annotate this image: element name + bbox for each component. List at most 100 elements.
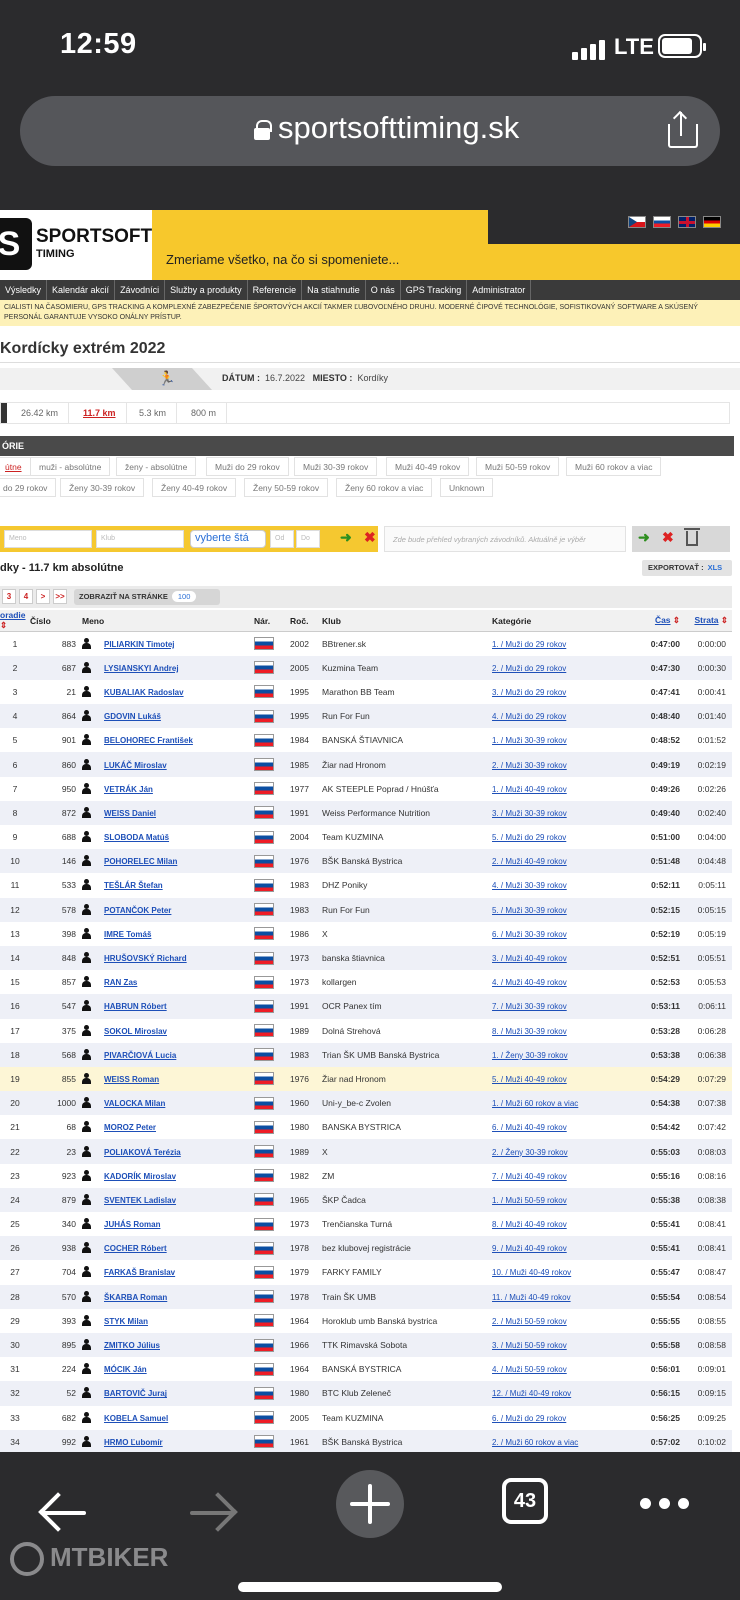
category-button[interactable]: Ženy 60 rokov a viac xyxy=(336,478,433,497)
athlete-name-link[interactable]: RAN Zas xyxy=(104,978,137,987)
category-link[interactable]: 8. / Muži 40-49 rokov xyxy=(492,1220,567,1229)
category-button[interactable]: Ženy 40-49 rokov xyxy=(152,478,237,497)
category-link[interactable]: 9. / Muži 40-49 rokov xyxy=(492,1244,567,1253)
athlete-name-link[interactable]: PIVARČIOVÁ Lucia xyxy=(104,1051,176,1060)
category-link[interactable]: 4. / Muži 40-49 rokov xyxy=(492,978,567,987)
czech-flag-icon[interactable] xyxy=(628,216,646,228)
category-link[interactable]: 1. / Ženy 30-39 rokov xyxy=(492,1051,568,1060)
arrow-right-icon[interactable]: ➜ xyxy=(340,529,352,546)
athlete-name-link[interactable]: HRMO Ľubomír xyxy=(104,1438,163,1447)
address-bar[interactable]: sportsofttiming.sk xyxy=(20,96,720,166)
page-link[interactable]: 4 xyxy=(19,589,33,604)
category-button[interactable]: Ženy 50-59 rokov xyxy=(244,478,329,497)
page-link[interactable]: 3 xyxy=(2,589,16,604)
athlete-name-link[interactable]: PILIARKIN Timotej xyxy=(104,640,175,649)
page-next[interactable]: > xyxy=(36,589,50,604)
category-link[interactable]: 8. / Muži 30-39 rokov xyxy=(492,1027,567,1036)
category-link[interactable]: 11. / Muži 40-49 rokov xyxy=(492,1293,571,1302)
athlete-name-link[interactable]: STYK Milan xyxy=(104,1317,148,1326)
club-filter-input[interactable]: Klub xyxy=(96,530,184,548)
category-button[interactable]: Muži do 29 rokov xyxy=(206,457,289,476)
category-link[interactable]: 1. / Muži 50-59 rokov xyxy=(492,1196,567,1205)
nav-item[interactable]: Služby a produkty xyxy=(165,280,248,300)
nav-item[interactable]: GPS Tracking xyxy=(401,280,468,300)
nav-item[interactable]: Výsledky xyxy=(0,280,48,300)
athlete-name-link[interactable]: FARKAŠ Branislav xyxy=(104,1268,175,1277)
category-link[interactable]: 2. / Muži do 29 rokov xyxy=(492,664,566,673)
athlete-name-link[interactable]: KADORÍK Miroslav xyxy=(104,1172,176,1181)
nav-item[interactable]: Referencie xyxy=(248,280,303,300)
category-link[interactable]: 3. / Muži do 29 rokov xyxy=(492,688,566,697)
athlete-name-link[interactable]: IMRE Tomáš xyxy=(104,930,151,939)
athlete-name-link[interactable]: WEISS Daniel xyxy=(104,809,156,818)
category-link[interactable]: 3. / Muži 30-39 rokov xyxy=(492,809,567,818)
category-link[interactable]: 4. / Muži 30-39 rokov xyxy=(492,881,567,890)
athlete-name-link[interactable]: MÓCIK Ján xyxy=(104,1365,147,1374)
category-link[interactable]: 2. / Muži 60 rokov a viac xyxy=(492,1438,578,1447)
german-flag-icon[interactable] xyxy=(703,216,721,228)
category-link[interactable]: 1. / Muži 60 rokov a viac xyxy=(492,1099,578,1108)
state-select[interactable]: vyberte štá xyxy=(190,530,266,548)
category-link[interactable]: 7. / Muži 30-39 rokov xyxy=(492,1002,567,1011)
page-last[interactable]: >> xyxy=(53,589,67,604)
athlete-name-link[interactable]: COCHER Róbert xyxy=(104,1244,167,1253)
athlete-name-link[interactable]: JUHÁS Roman xyxy=(104,1220,160,1229)
athlete-name-link[interactable]: KUBALIAK Radoslav xyxy=(104,688,184,697)
per-page-select[interactable]: 100 xyxy=(171,591,197,602)
category-button[interactable]: Muži 50-59 rokov xyxy=(476,457,560,476)
category-link[interactable]: 2. / Muži 50-59 rokov xyxy=(492,1317,567,1326)
slovak-flag-icon[interactable] xyxy=(653,216,671,228)
athlete-name-link[interactable]: POHORELEC Milan xyxy=(104,857,177,866)
tab-distance[interactable]: 5.3 km xyxy=(129,403,178,423)
athlete-name-link[interactable]: SLOBODA Matúš xyxy=(104,833,169,842)
category-button[interactable]: muži - absolútne xyxy=(30,457,111,476)
from-input[interactable]: Od xyxy=(270,530,294,548)
more-menu-icon[interactable] xyxy=(640,1496,697,1514)
tab-distance[interactable]: 26.42 km xyxy=(11,403,70,423)
category-button[interactable]: Muži 40-49 rokov xyxy=(386,457,470,476)
nav-item[interactable]: Závodníci xyxy=(115,280,166,300)
category-button[interactable]: Unknown xyxy=(440,478,494,497)
col-time[interactable]: Čas ⇕ xyxy=(632,610,685,632)
category-link[interactable]: 5. / Muži do 29 rokov xyxy=(492,833,566,842)
nav-item[interactable]: Kalendár akcií xyxy=(47,280,116,300)
site-logo[interactable]: S SPORTSOFT TIMING xyxy=(0,210,152,280)
col-loss[interactable]: Strata ⇕ xyxy=(684,610,733,632)
close-icon[interactable]: ✖ xyxy=(662,529,674,546)
to-input[interactable]: Do xyxy=(296,530,320,548)
nav-item[interactable]: Na stiahnutie xyxy=(302,280,366,300)
back-arrow-icon[interactable] xyxy=(38,1492,88,1532)
category-link[interactable]: 5. / Muži 40-49 rokov xyxy=(492,1075,567,1084)
close-icon[interactable]: ✖ xyxy=(364,529,376,546)
category-link[interactable]: 7. / Muži 40-49 rokov xyxy=(492,1172,567,1181)
category-link[interactable]: 2. / Muži 40-49 rokov xyxy=(492,857,567,866)
category-link[interactable]: 6. / Muži 40-49 rokov xyxy=(492,1123,567,1132)
col-rank[interactable]: oradie ⇕ xyxy=(0,610,30,632)
category-link[interactable]: 4. / Muži 50-59 rokov xyxy=(492,1365,567,1374)
athlete-name-link[interactable]: KOBELA Samuel xyxy=(104,1414,168,1423)
athlete-name-link[interactable]: HRUŠOVSKÝ Richard xyxy=(104,954,187,963)
athlete-name-link[interactable]: HABRUN Róbert xyxy=(104,1002,167,1011)
athlete-name-link[interactable]: MOROZ Peter xyxy=(104,1123,156,1132)
athlete-name-link[interactable]: ZMITKO Július xyxy=(104,1341,160,1350)
category-link[interactable]: 1. / Muži do 29 rokov xyxy=(492,640,566,649)
athlete-name-link[interactable]: BELOHOREC František xyxy=(104,736,193,745)
nav-item[interactable]: O nás xyxy=(366,280,401,300)
category-button[interactable]: do 29 rokov xyxy=(0,478,57,497)
category-button[interactable]: útne xyxy=(0,457,31,476)
category-link[interactable]: 6. / Muži 30-39 rokov xyxy=(492,930,567,939)
athlete-name-link[interactable]: POTANČOK Peter xyxy=(104,906,171,915)
category-link[interactable]: 4. / Muži do 29 rokov xyxy=(492,712,566,721)
new-tab-plus-icon[interactable] xyxy=(336,1470,404,1538)
category-link[interactable]: 1. / Muži 40-49 rokov xyxy=(492,785,567,794)
url-text[interactable]: sportsofttiming.sk xyxy=(278,110,519,146)
category-link[interactable]: 2. / Muži 30-39 rokov xyxy=(492,761,567,770)
athlete-name-link[interactable]: WEISS Roman xyxy=(104,1075,159,1084)
xls-link[interactable]: XLS xyxy=(708,563,723,572)
tab-distance[interactable]: 800 m xyxy=(181,403,228,423)
athlete-name-link[interactable]: GDOVIN Lukáš xyxy=(104,712,161,721)
category-link[interactable]: 3. / Muži 50-59 rokov xyxy=(492,1341,567,1350)
name-filter-input[interactable]: Meno xyxy=(4,530,92,548)
arrow-right-icon[interactable]: ➜ xyxy=(638,529,650,546)
forward-arrow-icon[interactable] xyxy=(188,1492,238,1532)
